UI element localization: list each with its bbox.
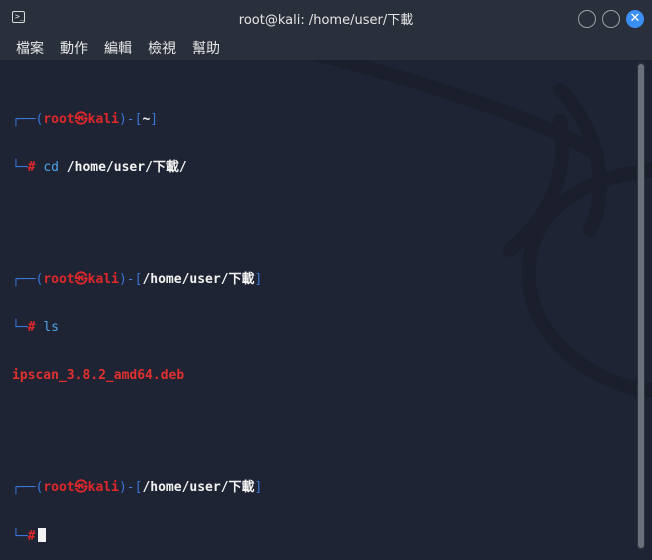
menu-edit[interactable]: 編輯 <box>98 38 138 58</box>
terminal-app-icon[interactable]: >_ <box>12 11 25 23</box>
close-icon: ✕ <box>629 11 641 26</box>
vertical-scrollbar[interactable] <box>637 62 645 550</box>
terminal-window: >_ root@kali: /home/user/下載 ✕ 檔案 動作 編輯 檢… <box>0 0 652 560</box>
menu-view[interactable]: 檢視 <box>142 38 182 58</box>
menu-file[interactable]: 檔案 <box>10 38 50 58</box>
prompt-line: ┌──(root㉿kali)-[/home/user/下載] <box>12 272 263 287</box>
menu-bar: 檔案 動作 編輯 檢視 幫助 <box>0 36 652 60</box>
terminal-output-area[interactable]: ┌──(root㉿kali)-[~] └─# cd /home/user/下載/… <box>0 60 652 560</box>
close-button[interactable]: ✕ <box>626 10 644 28</box>
window-title: root@kali: /home/user/下載 <box>238 12 414 28</box>
menu-actions[interactable]: 動作 <box>54 38 94 58</box>
command-line: └─# cd /home/user/下載/ <box>12 160 187 175</box>
prompt-line: ┌──(root㉿kali)-[/home/user/下載] <box>12 480 263 495</box>
prompt-line: ┌──(root㉿kali)-[~] <box>12 112 159 127</box>
text-cursor <box>38 528 47 542</box>
maximize-button[interactable] <box>602 10 620 28</box>
terminal-icon-glyph: >_ <box>15 12 25 21</box>
scrollbar-thumb[interactable] <box>638 64 644 548</box>
active-command-line[interactable]: └─# <box>12 528 262 544</box>
command-line: └─# ls <box>12 320 59 335</box>
command-output-file: ipscan_3.8.2_amd64.deb <box>12 368 185 383</box>
terminal-lines: ┌──(root㉿kali)-[~] └─# cd /home/user/下載/… <box>12 80 262 560</box>
minimize-button[interactable] <box>578 10 596 28</box>
menu-help[interactable]: 幫助 <box>186 38 226 58</box>
title-bar[interactable]: >_ root@kali: /home/user/下載 ✕ <box>0 0 652 36</box>
